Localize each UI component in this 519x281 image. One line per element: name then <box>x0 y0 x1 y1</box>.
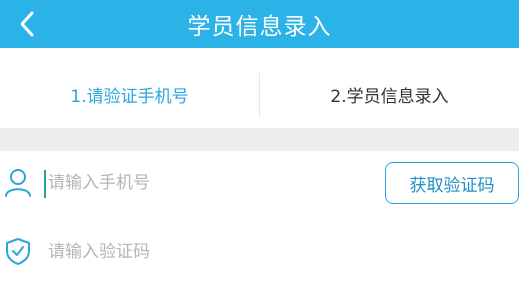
phone-input[interactable] <box>48 168 368 198</box>
text-cursor <box>44 170 46 198</box>
back-button[interactable] <box>14 10 40 38</box>
phone-row: 获取验证码 <box>0 152 519 212</box>
tab-verify-phone[interactable]: 1.请验证手机号 <box>0 63 259 126</box>
step-tabs: 1.请验证手机号 2.学员信息录入 <box>0 63 519 126</box>
chevron-left-icon <box>20 11 34 37</box>
tab-student-info[interactable]: 2.学员信息录入 <box>260 63 519 126</box>
shield-check-icon <box>2 235 34 267</box>
user-icon <box>2 166 34 198</box>
code-input[interactable] <box>48 237 368 267</box>
get-code-button[interactable]: 获取验证码 <box>385 162 519 204</box>
page-title: 学员信息录入 <box>187 14 332 40</box>
code-row <box>0 221 519 281</box>
app-header: 学员信息录入 <box>0 0 519 48</box>
section-gap <box>0 128 519 151</box>
